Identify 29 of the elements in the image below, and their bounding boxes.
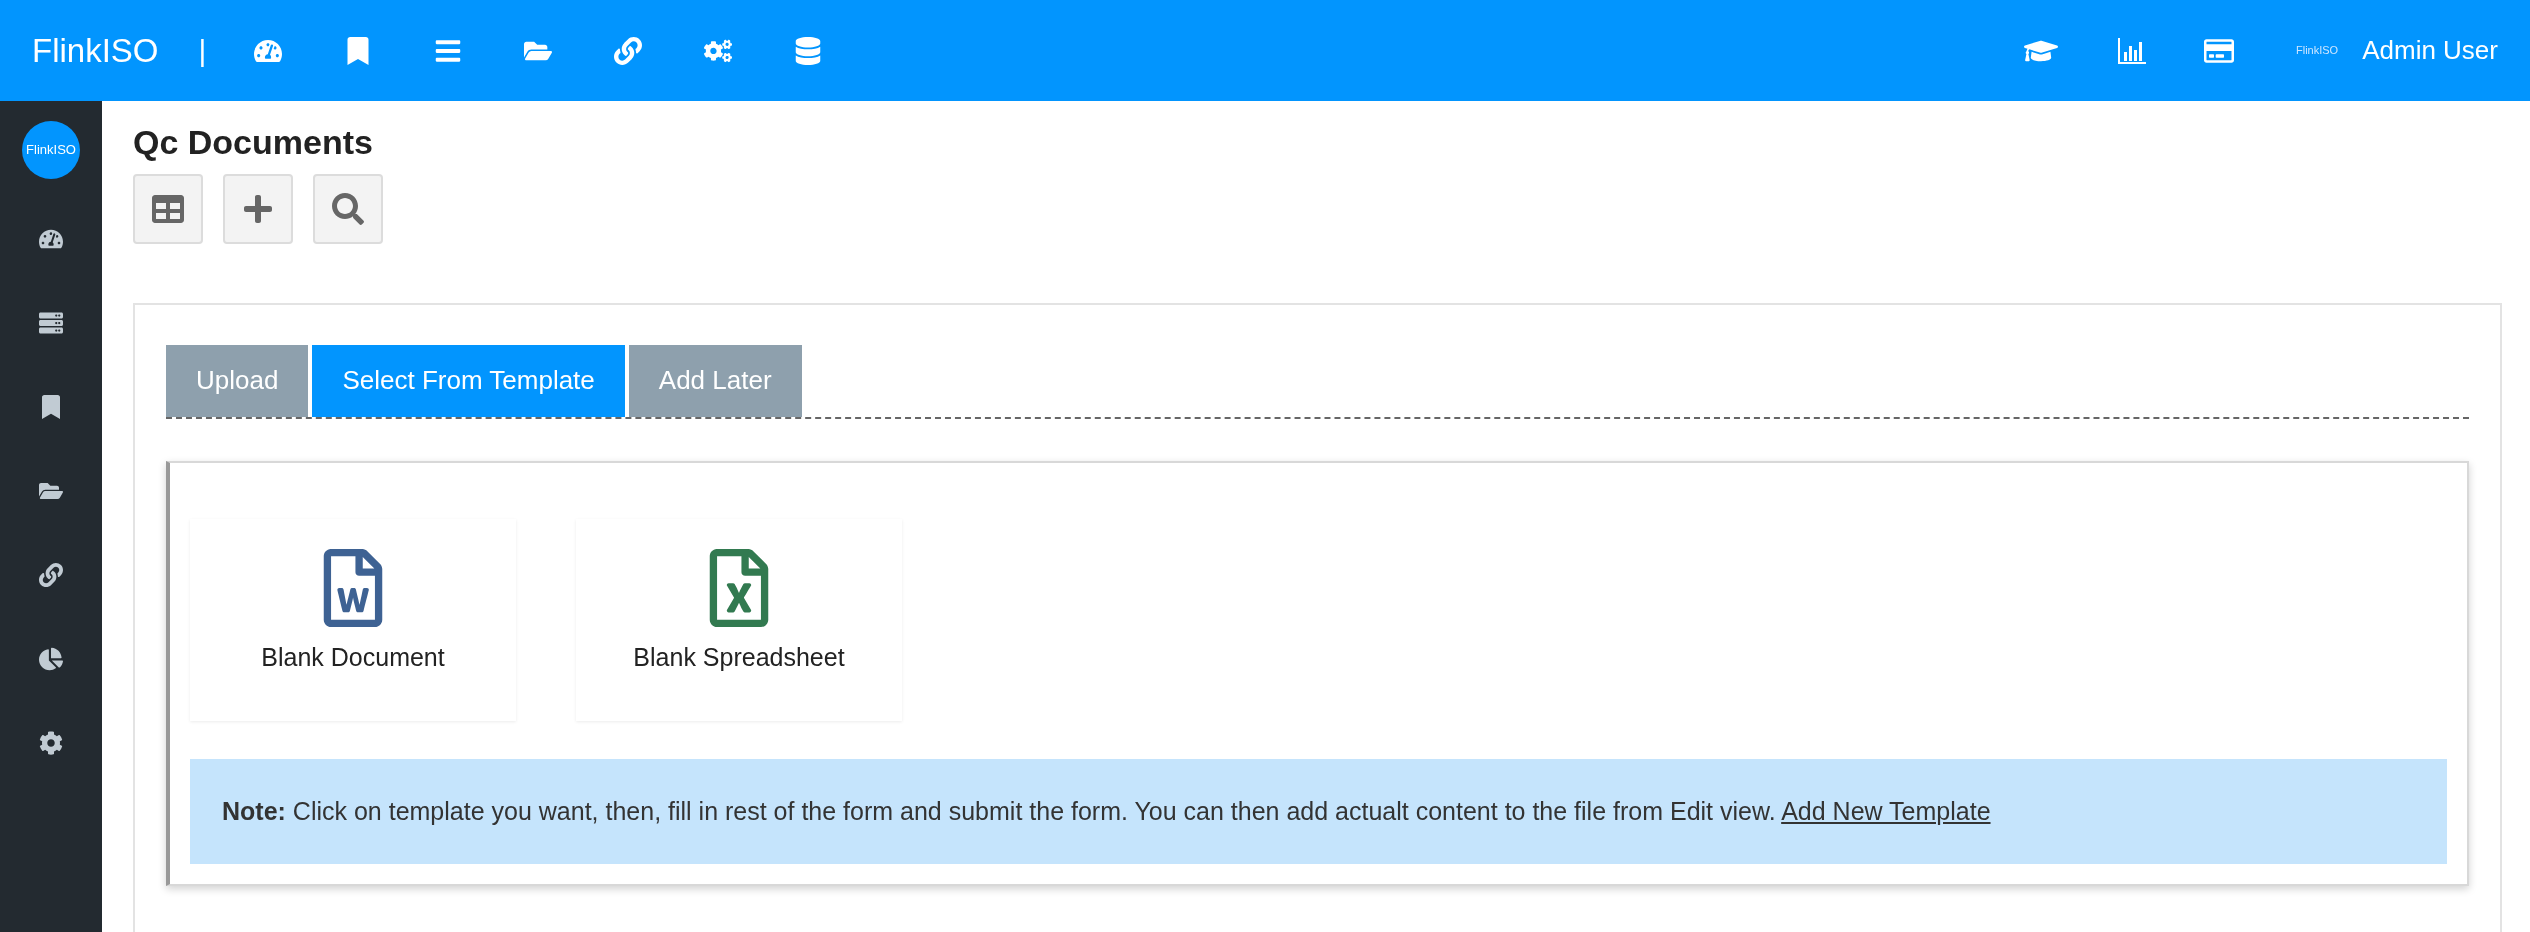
user-name[interactable]: Admin User (2362, 31, 2498, 70)
dashboard-icon[interactable] (39, 227, 63, 251)
user-avatar-label: FlinkISO (2296, 43, 2339, 59)
tab[interactable]: Add Later (628, 344, 802, 417)
table-view-button[interactable] (133, 173, 203, 244)
pie-chart-icon[interactable] (39, 647, 63, 671)
plus-icon (242, 192, 274, 225)
note-text: Note: Click on template you want, then, fill in rest of the form and submit the form. You can then add actualt content to the file from Edit view. Add New Template (222, 795, 1992, 827)
template-label: Blank Document (261, 641, 445, 673)
page-title: Qc Documents (133, 122, 374, 163)
database-icon[interactable] (794, 36, 823, 65)
tab[interactable]: Select From Template (312, 344, 625, 417)
link-icon[interactable] (39, 563, 63, 587)
search-icon (332, 192, 364, 225)
table-icon (152, 192, 184, 225)
template-option[interactable]: Blank Spreadsheet (576, 518, 902, 721)
bookmark-icon[interactable] (39, 395, 63, 419)
template-label: Blank Spreadsheet (633, 641, 845, 673)
sidebar-logo[interactable]: FlinkISO (22, 121, 80, 179)
add-button[interactable] (223, 173, 293, 244)
server-icon[interactable] (39, 311, 63, 335)
bar-chart-icon[interactable] (2118, 37, 2146, 64)
search-button[interactable] (313, 173, 383, 244)
brand-name[interactable]: FlinkISO (32, 25, 159, 76)
tab[interactable]: Upload (166, 344, 309, 417)
settings-icon[interactable] (39, 731, 63, 755)
template-option[interactable]: Blank Document (190, 518, 516, 721)
separator: | (198, 33, 207, 69)
add-template-link[interactable]: Add New Template (1781, 796, 1991, 825)
